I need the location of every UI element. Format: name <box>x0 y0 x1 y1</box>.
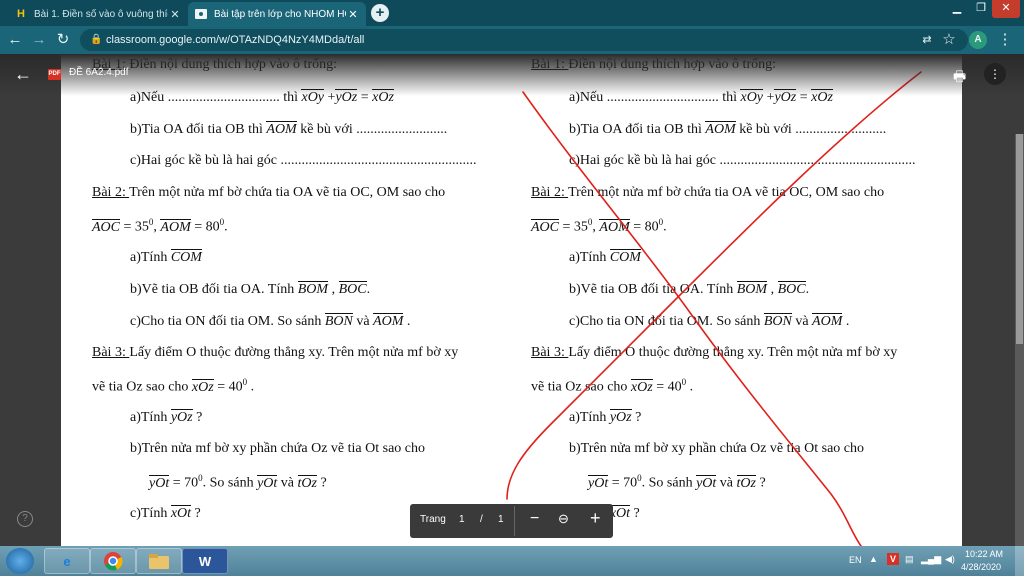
hoc24-icon: H <box>17 8 25 20</box>
browser-tab-1[interactable]: H Bài 1. Điền số vào ô vuông thích ✕ <box>8 2 188 26</box>
viewer-header: ← PDF ĐỀ 6A2.4.pdf 🖶 ⋮ <box>0 54 1024 96</box>
address-bar[interactable]: 🔒 classroom.google.com/w/OTAzNDQ4NzY4MDd… <box>80 29 968 51</box>
tab-title: Bài tập trên lớp cho NHÓM HỌC <box>214 8 346 20</box>
new-tab-button[interactable]: + <box>371 4 389 22</box>
menu-dots-icon[interactable]: ⋮ <box>996 31 1014 49</box>
browser-tab-2[interactable]: Bài tập trên lớp cho NHÓM HỌC ✕ <box>188 2 366 26</box>
red-cross-stroke-1 <box>506 71 922 500</box>
word-icon[interactable]: W <box>182 548 228 574</box>
pdf-file-icon: PDF <box>48 69 61 80</box>
back-icon[interactable]: ← <box>6 31 24 49</box>
current-page-input[interactable]: 1 <box>459 514 465 525</box>
antivirus-icon[interactable]: V <box>887 553 899 565</box>
zoom-fit-icon[interactable]: ⊖ <box>558 511 569 527</box>
network-icon[interactable]: ▤ <box>905 554 914 565</box>
reload-icon[interactable]: ↻ <box>54 31 72 49</box>
profile-avatar[interactable]: A <box>969 31 987 49</box>
language-indicator[interactable]: EN <box>849 555 862 565</box>
file-name: ĐỀ 6A2.4.pdf <box>69 67 129 78</box>
more-options-icon[interactable]: ⋮ <box>984 63 1006 85</box>
tab-title: Bài 1. Điền số vào ô vuông thích <box>34 8 168 20</box>
start-button[interactable] <box>6 548 34 574</box>
page-separator: / <box>480 514 483 525</box>
bookmark-star-icon[interactable]: ☆ <box>940 31 958 49</box>
zoom-in-icon[interactable]: + <box>590 508 601 529</box>
tray-arrow-icon[interactable]: ▲ <box>869 554 878 564</box>
red-handwritten-cross <box>506 71 922 546</box>
total-pages: 1 <box>498 514 504 525</box>
show-desktop-button[interactable] <box>1015 546 1024 576</box>
windows-taskbar: e W EN ▲ V ▤ ▂▄▆ ◀) 10:22 AM 4/28/2020 <box>0 546 1024 576</box>
clock-date[interactable]: 4/28/2020 <box>961 562 1001 572</box>
address-toolbar: ← → ↻ 🔒 classroom.google.com/w/OTAzNDQ4N… <box>0 26 1024 54</box>
red-cross-stroke-2 <box>522 91 862 546</box>
volume-icon[interactable]: ◀) <box>945 554 955 565</box>
pdf-viewer: Bài 1: Điền nội dung thích hợp vào ô trố… <box>0 54 1024 546</box>
page-label: Trang <box>420 514 446 525</box>
back-arrow-icon[interactable]: ← <box>14 64 32 85</box>
clock-time[interactable]: 10:22 AM <box>965 549 1003 559</box>
file-explorer-icon[interactable] <box>136 548 182 574</box>
help-icon[interactable]: ? <box>17 511 33 527</box>
close-tab-icon[interactable]: ✕ <box>168 8 182 21</box>
browser-tab-strip: H Bài 1. Điền số vào ô vuông thích ✕ Bài… <box>0 0 1024 26</box>
pdf-page: Bài 1: Điền nội dung thích hợp vào ô trố… <box>61 54 962 546</box>
url-text: classroom.google.com/w/OTAzNDQ4NzY4MDda/… <box>106 34 365 46</box>
forward-icon[interactable]: → <box>30 31 48 49</box>
divider <box>514 506 515 536</box>
classroom-icon <box>194 7 208 21</box>
chrome-icon[interactable] <box>90 548 136 574</box>
signal-icon[interactable]: ▂▄▆ <box>921 554 941 565</box>
zoom-out-icon[interactable]: − <box>530 510 539 528</box>
translate-icon[interactable]: ⇄ <box>918 31 936 49</box>
page-controls: Trang 1 / 1 − ⊖ + <box>410 504 613 538</box>
close-window-icon[interactable]: ✕ <box>992 0 1020 18</box>
lock-icon: 🔒 <box>90 34 103 45</box>
system-tray: EN ▲ V ▤ ▂▄▆ ◀) 10:22 AM 4/28/2020 <box>845 546 1024 576</box>
minimize-icon[interactable]: ▁ <box>944 0 970 18</box>
print-icon[interactable]: 🖶 <box>953 66 966 90</box>
scrollbar-thumb[interactable] <box>1016 134 1023 344</box>
maximize-icon[interactable]: ❐ <box>968 0 994 18</box>
internet-explorer-icon[interactable]: e <box>44 548 90 574</box>
close-tab-icon[interactable]: ✕ <box>346 8 360 21</box>
